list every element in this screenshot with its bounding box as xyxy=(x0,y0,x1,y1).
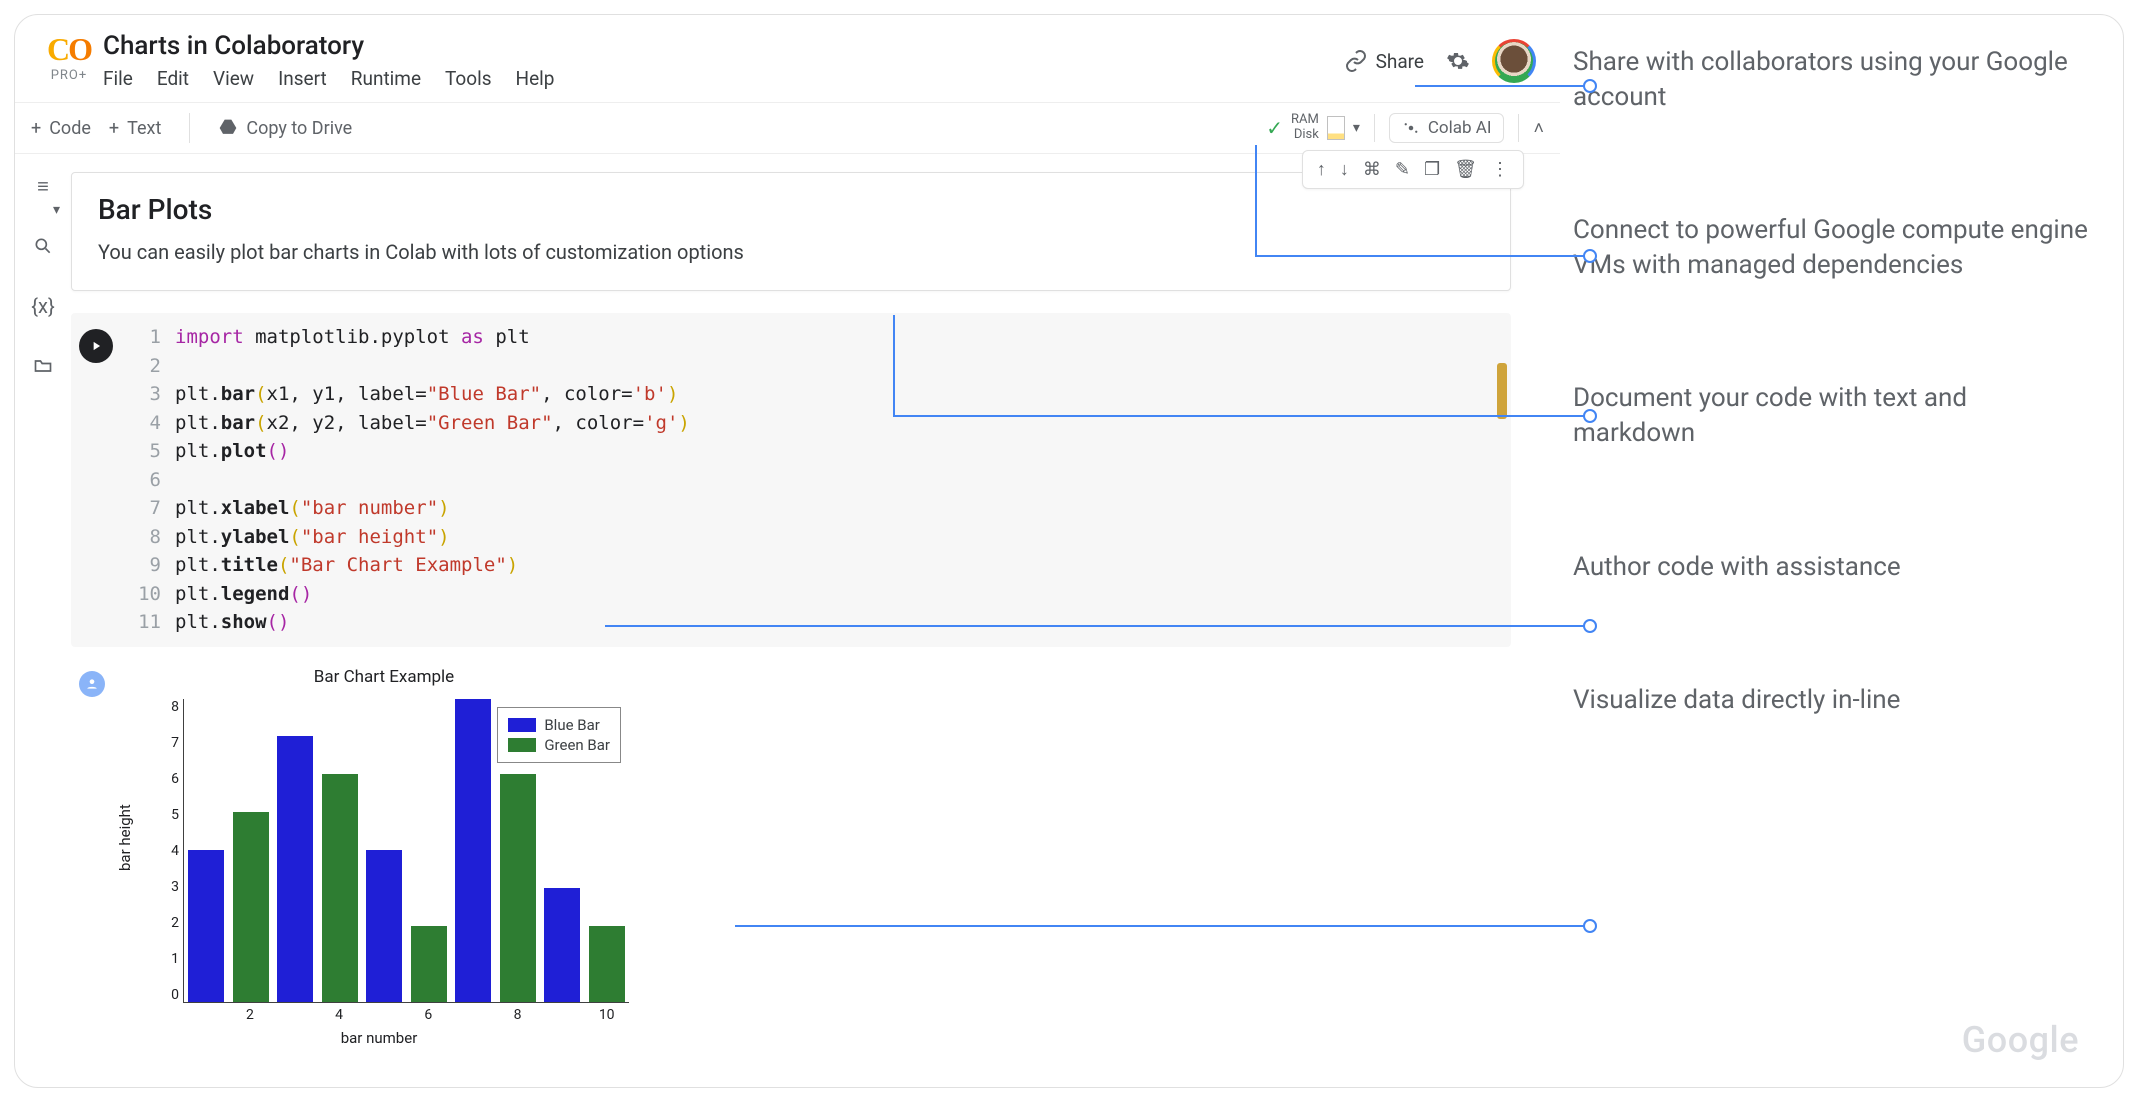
toolbar-separator xyxy=(189,113,190,143)
google-watermark: Google xyxy=(1962,1019,2079,1061)
code-editor[interactable]: 1import matplotlib.pyplot as plt 2 3plt.… xyxy=(127,323,690,637)
copy-to-drive-button[interactable]: Copy to Drive xyxy=(218,118,352,139)
link-icon xyxy=(1344,49,1368,73)
chart-ylabel: bar height xyxy=(116,804,134,871)
mirror-cell-icon[interactable]: ❐ xyxy=(1424,159,1440,180)
text-cell-heading: Bar Plots xyxy=(98,193,1484,226)
menu-tools[interactable]: Tools xyxy=(445,67,492,90)
add-text-button[interactable]: +Text xyxy=(109,118,161,139)
text-cell[interactable]: Bar Plots You can easily plot bar charts… xyxy=(71,172,1511,291)
annotation-compute: Connect to powerful Google compute engin… xyxy=(1573,213,2093,283)
code-cell[interactable]: 1import matplotlib.pyplot as plt 2 3plt.… xyxy=(71,313,1511,647)
move-up-icon[interactable]: ↑ xyxy=(1317,159,1326,180)
scrollbar-thumb[interactable] xyxy=(1497,363,1507,419)
ram-label: RAM xyxy=(1291,113,1319,128)
check-icon: ✓ xyxy=(1266,116,1283,140)
executor-avatar-icon xyxy=(79,671,105,697)
more-icon[interactable]: ⋮ xyxy=(1491,159,1509,180)
menu-help[interactable]: Help xyxy=(516,67,555,90)
colab-logo-icon: CO xyxy=(35,31,103,68)
chevron-down-icon[interactable]: ▾ xyxy=(1353,120,1360,136)
text-cell-body: You can easily plot bar charts in Colab … xyxy=(98,240,1484,264)
avatar[interactable] xyxy=(1492,39,1536,83)
chevron-up-icon[interactable]: ˄ xyxy=(1533,118,1544,139)
colab-ai-button[interactable]: Colab AI xyxy=(1389,113,1505,143)
annotation-document: Document your code with text and markdow… xyxy=(1573,381,2093,451)
share-label: Share xyxy=(1376,50,1424,73)
edit-icon[interactable]: ✎ xyxy=(1395,159,1410,180)
toolbar: +Code +Text Copy to Drive ✓ RAM Disk ▾ xyxy=(15,102,1560,154)
marketing-annotations: Share with collaborators using your Goog… xyxy=(1573,45,2093,816)
colab-logo-block: CO PRO+ xyxy=(35,31,103,83)
disk-label: Disk xyxy=(1291,128,1319,143)
pro-plus-badge: PRO+ xyxy=(35,68,103,83)
menu-bar: File Edit View Insert Runtime Tools Help xyxy=(103,67,1344,90)
search-icon[interactable] xyxy=(31,234,55,258)
connection-status[interactable]: ✓ RAM Disk ▾ xyxy=(1266,113,1360,143)
annotation-share: Share with collaborators using your Goog… xyxy=(1573,45,2093,115)
chart-output: Bar Chart Example bar height 876543210 B… xyxy=(119,667,649,1051)
menu-insert[interactable]: Insert xyxy=(278,67,327,90)
share-button[interactable]: Share xyxy=(1344,49,1424,73)
header: CO PRO+ Charts in Colaboratory File Edit… xyxy=(15,15,1560,102)
menu-file[interactable]: File xyxy=(103,67,133,90)
run-cell-button[interactable] xyxy=(79,329,113,363)
plus-icon: + xyxy=(109,118,119,139)
delete-icon[interactable]: 🗑 xyxy=(1454,159,1477,180)
colab-app: CO PRO+ Charts in Colaboratory File Edit… xyxy=(15,15,1560,1087)
annotation-visualize: Visualize data directly in-line xyxy=(1573,683,2093,718)
document-title[interactable]: Charts in Colaboratory xyxy=(103,31,1344,61)
chart-xlabel: bar number xyxy=(341,1029,418,1047)
move-down-icon[interactable]: ↓ xyxy=(1340,159,1349,180)
menu-view[interactable]: View xyxy=(213,67,254,90)
gear-icon[interactable] xyxy=(1446,49,1470,73)
output-area: Bar Chart Example bar height 876543210 B… xyxy=(71,667,1532,1051)
sparkle-icon xyxy=(1402,119,1420,137)
drive-icon xyxy=(218,118,238,138)
chart-title: Bar Chart Example xyxy=(119,667,649,687)
menu-edit[interactable]: Edit xyxy=(157,67,189,90)
annotation-author: Author code with assistance xyxy=(1573,550,2093,585)
play-icon xyxy=(89,339,103,353)
add-code-button[interactable]: +Code xyxy=(31,118,91,139)
cell-toolbar: ↑ ↓ ⌘ ✎ ❐ 🗑 ⋮ xyxy=(1302,150,1524,189)
plus-icon: + xyxy=(31,118,41,139)
left-rail: ≡ {x} xyxy=(15,154,71,1087)
variables-icon[interactable]: {x} xyxy=(31,294,55,318)
notebook-area: ▾ ↑ ↓ ⌘ ✎ ❐ 🗑 ⋮ Bar Plots You can easily… xyxy=(71,154,1560,1087)
resource-gauge-icon xyxy=(1327,116,1345,140)
toc-icon[interactable]: ≡ xyxy=(31,174,55,198)
collapse-section-icon[interactable]: ▾ xyxy=(53,202,60,218)
cell-link-icon[interactable]: ⌘ xyxy=(1363,159,1381,180)
menu-runtime[interactable]: Runtime xyxy=(351,67,421,90)
files-icon[interactable] xyxy=(31,354,55,378)
